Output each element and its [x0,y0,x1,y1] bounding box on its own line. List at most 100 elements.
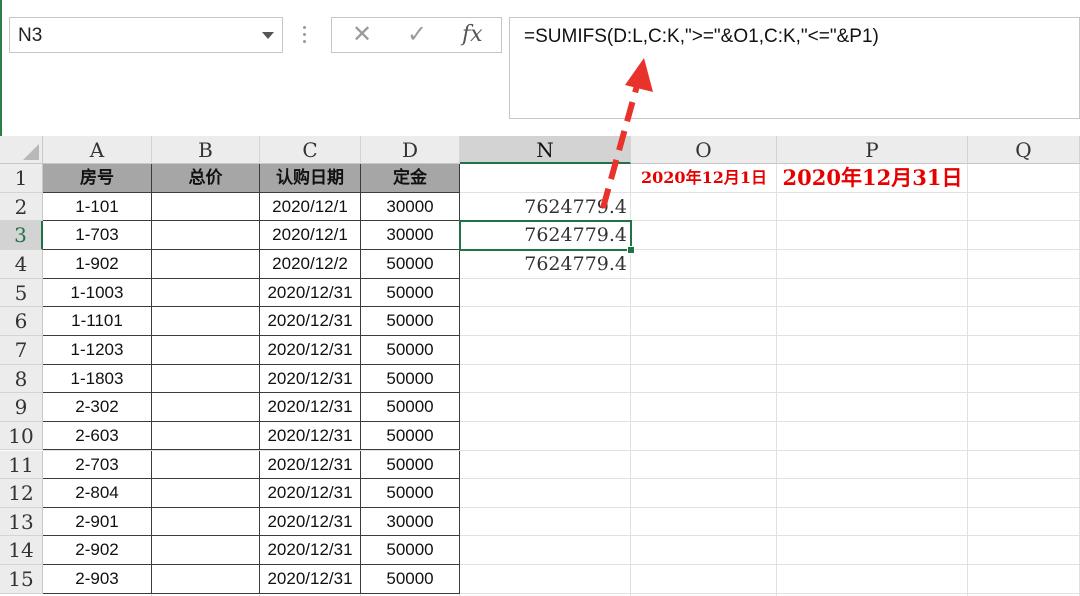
table-cell-c[interactable]: 2020/12/31 [260,364,361,394]
insert-function-button[interactable]: fx [462,22,483,48]
header-cell-c[interactable]: 认购日期 [260,164,361,193]
table-cell-b[interactable] [152,364,260,394]
table-cell-a[interactable]: 1-101 [43,192,152,222]
row-header-10[interactable]: 10 [0,421,43,451]
table-cell-a[interactable]: 2-603 [43,421,152,451]
table-cell-c[interactable]: 2020/12/31 [260,335,361,365]
table-cell-d[interactable]: 50000 [361,249,460,279]
formula-text[interactable]: =SUMIFS(D:L,C:K,">="&O1,C:K,"<="&P1) [524,26,879,48]
spreadsheet-grid[interactable]: ABCDNOPQ 1 2 3 4 5 6 7 8 9 10 11 12 13 14 15 房号 总价 认购日期定… [0,136,1080,596]
table-cell-a[interactable]: 2-902 [43,536,152,566]
table-cell-b[interactable] [152,507,260,537]
row-header-9[interactable]: 9 [0,393,43,422]
table-cell-b[interactable] [152,450,260,480]
table-cell-d[interactable]: 50000 [361,421,460,451]
table-cell-a[interactable]: 1-1203 [43,335,152,365]
table-cell-b[interactable] [152,479,260,508]
column-header-p[interactable]: P [777,136,968,164]
table-cell-b[interactable] [152,221,260,250]
drag-handle-icon[interactable] [303,26,307,46]
table-cell-a[interactable]: 2-903 [43,565,152,594]
cancel-icon[interactable]: ✕ [352,22,372,48]
row-header-7[interactable]: 7 [0,335,43,365]
table-cell-a[interactable]: 1-902 [43,249,152,279]
table-cell-d[interactable]: 30000 [361,192,460,222]
row-header-4[interactable]: 4 [0,249,43,279]
table-cell-d[interactable]: 50000 [361,479,460,508]
table-cell-d[interactable]: 50000 [361,565,460,594]
column-header-b[interactable]: B [152,136,260,164]
table-cell-a[interactable]: 2-703 [43,450,152,480]
table-cell-c[interactable]: 2020/12/31 [260,565,361,594]
row-header-13[interactable]: 13 [0,507,43,537]
row-header-1[interactable]: 1 [0,164,43,193]
name-box[interactable]: N3 [9,17,283,53]
cell-p1-end-date[interactable]: 2020年12月31日 [777,164,968,193]
select-all-corner[interactable] [0,136,43,164]
table-cell-c[interactable]: 2020/12/31 [260,393,361,422]
row-header-6[interactable]: 6 [0,307,43,336]
table-cell-b[interactable] [152,335,260,365]
table-cell-d[interactable]: 50000 [361,450,460,480]
name-box-value[interactable]: N3 [18,25,42,47]
table-cell-b[interactable] [152,536,260,566]
table-cell-d[interactable]: 50000 [361,536,460,566]
table-cell-c[interactable]: 2020/12/31 [260,479,361,508]
header-cell-a[interactable]: 房号 [43,164,152,193]
table-cell-a[interactable]: 2-302 [43,393,152,422]
row-header-12[interactable]: 12 [0,479,43,508]
row-header-11[interactable]: 11 [0,450,43,480]
header-cell-b[interactable]: 总价 [152,164,260,193]
table-cell-a[interactable]: 1-703 [43,221,152,250]
chevron-down-icon[interactable] [262,32,274,39]
table-cell-c[interactable]: 2020/12/2 [260,249,361,279]
table-cell-c[interactable]: 2020/12/1 [260,221,361,250]
table-cell-b[interactable] [152,421,260,451]
cell-n-result[interactable]: 7624779.4 [460,193,631,222]
table-cell-a[interactable]: 2-901 [43,507,152,537]
table-cell-c[interactable]: 2020/12/31 [260,421,361,451]
table-cell-b[interactable] [152,249,260,279]
table-cell-a[interactable]: 1-1003 [43,278,152,308]
row-header-14[interactable]: 14 [0,536,43,566]
formula-input[interactable]: =SUMIFS(D:L,C:K,">="&O1,C:K,"<="&P1) [509,17,1080,119]
table-cell-a[interactable]: 2-804 [43,479,152,508]
table-cell-c[interactable]: 2020/12/31 [260,450,361,480]
table-cell-c[interactable]: 2020/12/31 [260,536,361,566]
table-cell-d[interactable]: 30000 [361,221,460,250]
table-cell-d[interactable]: 50000 [361,335,460,365]
enter-icon[interactable]: ✓ [407,22,427,48]
table-cell-b[interactable] [152,278,260,308]
row-header-8[interactable]: 8 [0,364,43,394]
column-header-c[interactable]: C [260,136,361,164]
table-cell-a[interactable]: 1-1101 [43,307,152,336]
fill-handle[interactable] [627,245,635,254]
row-header-2[interactable]: 2 [0,192,43,222]
table-cell-b[interactable] [152,565,260,594]
column-header-q[interactable]: Q [968,136,1080,164]
table-cell-d[interactable]: 50000 [361,364,460,394]
table-cell-c[interactable]: 2020/12/1 [260,192,361,222]
table-cell-b[interactable] [152,393,260,422]
row-header-3[interactable]: 3 [0,221,43,250]
row-header-15[interactable]: 15 [0,565,43,594]
table-cell-b[interactable] [152,307,260,336]
table-cell-c[interactable]: 2020/12/31 [260,278,361,308]
active-cell-selection[interactable] [459,220,632,251]
row-header-5[interactable]: 5 [0,278,43,308]
table-cell-b[interactable] [152,192,260,222]
table-cell-a[interactable]: 1-1803 [43,364,152,394]
table-cell-d[interactable]: 50000 [361,393,460,422]
cell-n-result[interactable]: 7624779.4 [460,250,631,279]
table-cell-d[interactable]: 50000 [361,278,460,308]
column-header-a[interactable]: A [43,136,152,164]
column-header-o[interactable]: O [631,136,777,164]
table-cell-d[interactable]: 50000 [361,307,460,336]
table-cell-c[interactable]: 2020/12/31 [260,307,361,336]
column-header-d[interactable]: D [361,136,460,164]
cell-o1-start-date[interactable]: 2020年12月1日 [631,164,777,193]
table-cell-c[interactable]: 2020/12/31 [260,507,361,537]
header-cell-d[interactable]: 定金 [361,164,460,193]
column-header-n[interactable]: N [460,136,631,164]
table-cell-d[interactable]: 30000 [361,507,460,537]
